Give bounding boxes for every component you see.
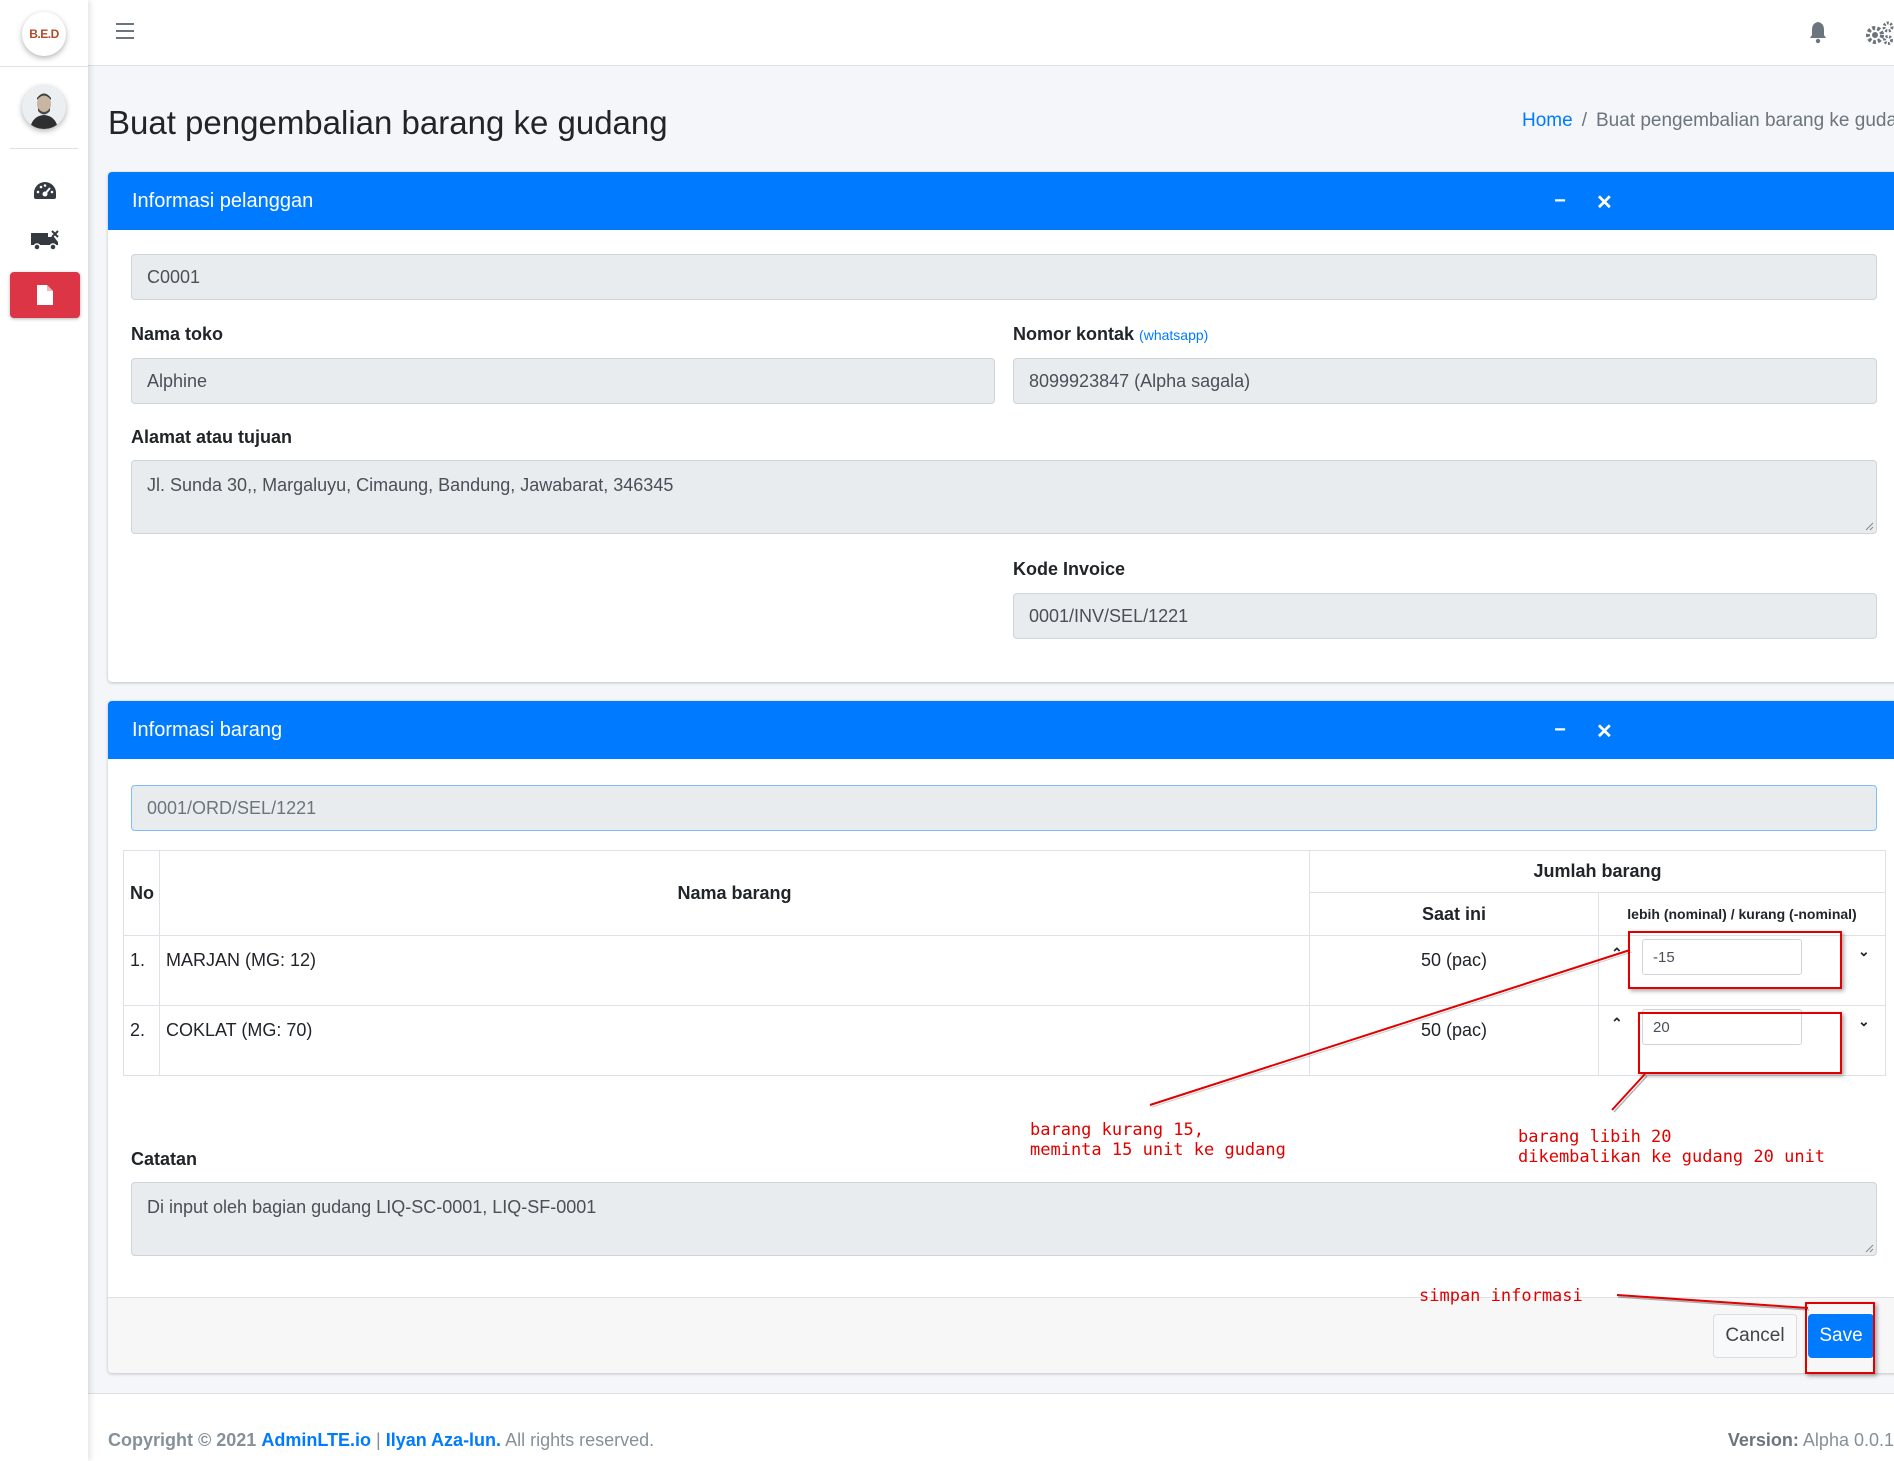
row-name: MARJAN (MG: 12) (159, 935, 1310, 1006)
breadcrumb-current: Buat pengembalian barang ke gudang (1595, 110, 1894, 131)
row-current: 50 (pac) (1309, 935, 1599, 1006)
order-code-field[interactable]: 0001/ORD/SEL/1221 (131, 785, 1877, 831)
card-header: Informasi pelanggan − ✕ (108, 172, 1894, 230)
column-header-group: Jumlah barang (1309, 850, 1886, 893)
avatar[interactable] (22, 85, 66, 129)
column-header-current: Saat ini (1309, 892, 1599, 936)
customer-code-field[interactable]: C0001 (131, 254, 1877, 300)
divider (10, 148, 78, 149)
close-button[interactable]: ✕ (1596, 719, 1613, 744)
row-current: 50 (pac) (1309, 1005, 1599, 1076)
breadcrumb-home-link[interactable]: Home (1522, 110, 1573, 131)
card-title: Informasi barang (132, 718, 283, 741)
annotation-box-less (1628, 931, 1842, 989)
sidebar: B.E.D (0, 0, 88, 1461)
divider (0, 66, 88, 67)
chevron-up-icon[interactable]: ⌃ (1611, 945, 1623, 962)
top-navbar (88, 0, 1894, 66)
address-textarea[interactable]: Jl. Sunda 30,, Margaluyu, Cimaung, Bandu… (131, 460, 1877, 534)
row-name: COKLAT (MG: 70) (159, 1005, 1310, 1076)
close-button[interactable]: ✕ (1596, 190, 1613, 215)
notes-textarea[interactable]: Di input oleh bagian gudang LIQ-SC-0001,… (131, 1182, 1877, 1256)
sidebar-item-dashboard[interactable] (10, 168, 80, 214)
row-no: 2. (123, 1005, 160, 1076)
items-table: No Nama barang Jumlah barang Saat ini le… (123, 850, 1886, 1076)
annotation-box-save (1805, 1302, 1875, 1374)
bell-icon[interactable] (1808, 20, 1828, 44)
address-text: Jl. Sunda 30,, Margaluyu, Cimaung, Bandu… (147, 475, 674, 495)
annotation-note-more: barang libih 20 dikembalikan ke gudang 2… (1518, 1127, 1826, 1167)
invoice-field[interactable]: 0001/INV/SEL/1221 (1013, 593, 1877, 639)
address-label: Alamat atau tujuan (131, 427, 293, 447)
copyright-text: Copyright © 2021 AdminLTE.io | Ilyan Aza… (108, 1430, 655, 1450)
column-header-name: Nama barang (159, 850, 1310, 936)
column-header-no: No (123, 850, 160, 936)
card-footer: Cancel Save (108, 1297, 1894, 1373)
tachometer-icon (34, 182, 56, 199)
version-text: Version: Alpha 0.0.1 (1727, 1430, 1894, 1450)
resize-handle-icon[interactable] (1864, 1243, 1874, 1253)
breadcrumb: Home / Buat pengembalian barang ke gudang (1522, 110, 1894, 132)
whatsapp-hint[interactable]: (whatsapp) (1139, 327, 1208, 343)
card-header: Informasi barang − ✕ (108, 701, 1894, 759)
cogs-icon[interactable] (1864, 20, 1894, 46)
breadcrumb-separator: / (1581, 110, 1587, 131)
file-icon (37, 285, 53, 305)
contact-label: Nomor kontak (whatsapp) (1013, 324, 1209, 344)
user-avatar-icon (30, 93, 58, 129)
minimize-button[interactable]: − (1552, 719, 1568, 744)
page-title: Buat pengembalian barang ke gudang (108, 104, 668, 141)
store-name-field[interactable]: Alphine (131, 358, 995, 404)
annotation-note-less: barang kurang 15, meminta 15 unit ke gud… (1030, 1120, 1286, 1160)
minimize-button[interactable]: − (1552, 190, 1568, 215)
notes-label: Catatan (131, 1149, 198, 1169)
chevron-down-icon[interactable]: ⌄ (1858, 1013, 1870, 1030)
store-name-label: Nama toko (131, 324, 224, 344)
customer-info-card: Informasi pelanggan − ✕ C0001 Nama toko … (108, 172, 1894, 682)
card-title: Informasi pelanggan (132, 189, 314, 212)
contact-field[interactable]: 8099923847 (Alpha sagala) (1013, 358, 1877, 404)
chevron-down-icon[interactable]: ⌄ (1858, 943, 1870, 960)
resize-handle-icon[interactable] (1864, 521, 1874, 531)
truck-icon (31, 230, 59, 251)
items-info-card: Informasi barang − ✕ 0001/ORD/SEL/1221 N… (108, 701, 1894, 1373)
brand-logo[interactable]: B.E.D (22, 12, 66, 56)
sidebar-item-returns[interactable] (10, 272, 80, 318)
sidebar-item-delivery[interactable] (10, 218, 80, 264)
chevron-up-icon[interactable]: ⌃ (1611, 1015, 1623, 1032)
invoice-label: Kode Invoice (1013, 559, 1126, 579)
menu-toggle-icon[interactable] (116, 23, 134, 39)
cancel-button[interactable]: Cancel (1713, 1314, 1797, 1358)
row-no: 1. (123, 935, 160, 1006)
notes-text: Di input oleh bagian gudang LIQ-SC-0001,… (147, 1197, 597, 1217)
annotation-box-more (1638, 1012, 1842, 1074)
page-footer: Copyright © 2021 AdminLTE.io | Ilyan Aza… (88, 1393, 1894, 1461)
brand-link[interactable]: AdminLTE.io (261, 1430, 371, 1450)
annotation-note-save: simpan informasi (1419, 1286, 1583, 1306)
author-link[interactable]: Ilyan Aza-lun. (386, 1430, 501, 1450)
column-header-adjust: lebih (nominal) / kurang (-nominal) (1598, 892, 1886, 936)
